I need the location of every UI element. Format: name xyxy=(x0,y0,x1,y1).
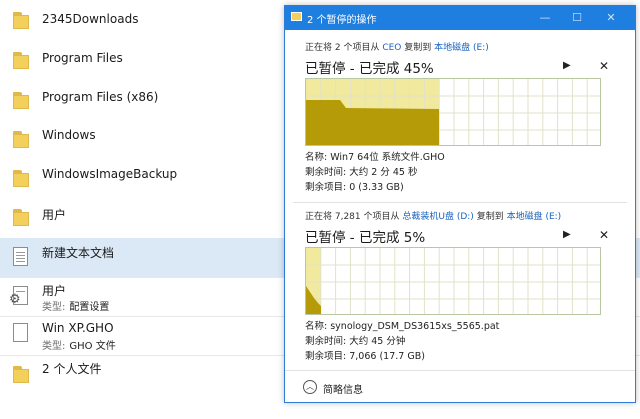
folder-icon xyxy=(13,92,33,112)
item-name: 新建文本文档 xyxy=(42,246,115,260)
operation-details: 名称: synology_DSM_DS3615xs_5565.pat 剩余时间:… xyxy=(305,321,500,362)
folder-icon xyxy=(13,52,33,72)
dialog-title: 2 个暂停的操作 xyxy=(307,15,377,26)
file-name: synology_DSM_DS3615xs_5565.pat xyxy=(330,321,500,332)
item-name: WindowsImageBackup xyxy=(42,167,178,181)
folder-icon xyxy=(13,170,33,190)
operation-panel: 正在将 2 个项目从 CEO 复制到 本地磁盘 (E:) 已暂停 - 已完成 4… xyxy=(305,40,621,193)
file-operation-dialog: 2 个暂停的操作 — ☐ ✕ 正在将 2 个项目从 CEO 复制到 本地磁盘 (… xyxy=(284,5,636,403)
folder-icon xyxy=(13,131,33,151)
operation-divider xyxy=(293,202,627,203)
cancel-operation-button[interactable]: ✕ xyxy=(599,228,609,242)
operation-details: 名称: Win7 64位 系统文件.GHO 剩余时间: 大约 2 分 45 秒 … xyxy=(305,152,445,193)
fewer-details-toggle[interactable]: ︿ 简略信息 xyxy=(285,370,635,403)
item-name: 2 个人文件 xyxy=(42,362,102,376)
item-name: 2345Downloads xyxy=(42,12,139,26)
file-icon xyxy=(13,323,33,343)
destination-link[interactable]: 本地磁盘 (E:) xyxy=(434,43,489,53)
item-name: 用户 xyxy=(42,208,67,222)
settings-file-icon: ⚙ xyxy=(9,286,33,307)
dialog-titlebar[interactable]: 2 个暂停的操作 — ☐ ✕ xyxy=(285,6,635,30)
operation-headline: 已暂停 - 已完成 5% xyxy=(305,230,426,246)
item-name: Program Files (x86) xyxy=(42,90,159,104)
file-name: Win7 64位 系统文件.GHO xyxy=(330,152,445,163)
operation-status: 正在将 2 个项目从 CEO 复制到 本地磁盘 (E:) xyxy=(305,43,489,53)
operation-status: 正在将 7,281 个项目从 总裁装机U盘 (D:) 复制到 本地磁盘 (E:) xyxy=(305,212,562,222)
folder-icon xyxy=(291,12,302,21)
operation-headline: 已暂停 - 已完成 45% xyxy=(305,61,434,77)
fewer-details-label: 简略信息 xyxy=(323,385,363,396)
resume-button[interactable]: ▶ xyxy=(563,229,571,240)
maximize-icon[interactable]: ☐ xyxy=(567,8,587,28)
item-name: Program Files xyxy=(42,51,123,65)
minimize-icon[interactable]: — xyxy=(535,8,555,28)
item-name: 用户 xyxy=(42,284,67,298)
items-remaining: 0 (3.33 GB) xyxy=(349,182,404,193)
source-link[interactable]: CEO xyxy=(382,43,401,53)
folder-icon xyxy=(13,12,33,32)
destination-link[interactable]: 本地磁盘 (E:) xyxy=(507,212,562,222)
source-link[interactable]: 总裁装机U盘 (D:) xyxy=(402,212,473,222)
cancel-operation-button[interactable]: ✕ xyxy=(599,59,609,73)
time-remaining: 大约 45 分钟 xyxy=(349,336,406,347)
item-name: Windows xyxy=(42,128,96,142)
item-name: Win XP.GHO xyxy=(42,321,114,335)
folder-icon xyxy=(13,366,33,386)
operation-panel: 正在将 7,281 个项目从 总裁装机U盘 (D:) 复制到 本地磁盘 (E:)… xyxy=(305,209,621,362)
item-type: 类型: 配置设置 xyxy=(42,302,110,313)
time-remaining: 大约 2 分 45 秒 xyxy=(349,167,418,178)
transfer-speed-graph xyxy=(305,247,601,315)
transfer-speed-graph xyxy=(305,78,601,146)
chevron-up-icon[interactable]: ︿ xyxy=(303,380,317,394)
close-window-icon[interactable]: ✕ xyxy=(601,8,621,28)
resume-button[interactable]: ▶ xyxy=(563,60,571,71)
text-document-icon xyxy=(13,247,33,267)
item-type: 类型: GHO 文件 xyxy=(42,341,116,352)
folder-icon xyxy=(13,209,33,229)
items-remaining: 7,066 (17.7 GB) xyxy=(349,351,425,362)
